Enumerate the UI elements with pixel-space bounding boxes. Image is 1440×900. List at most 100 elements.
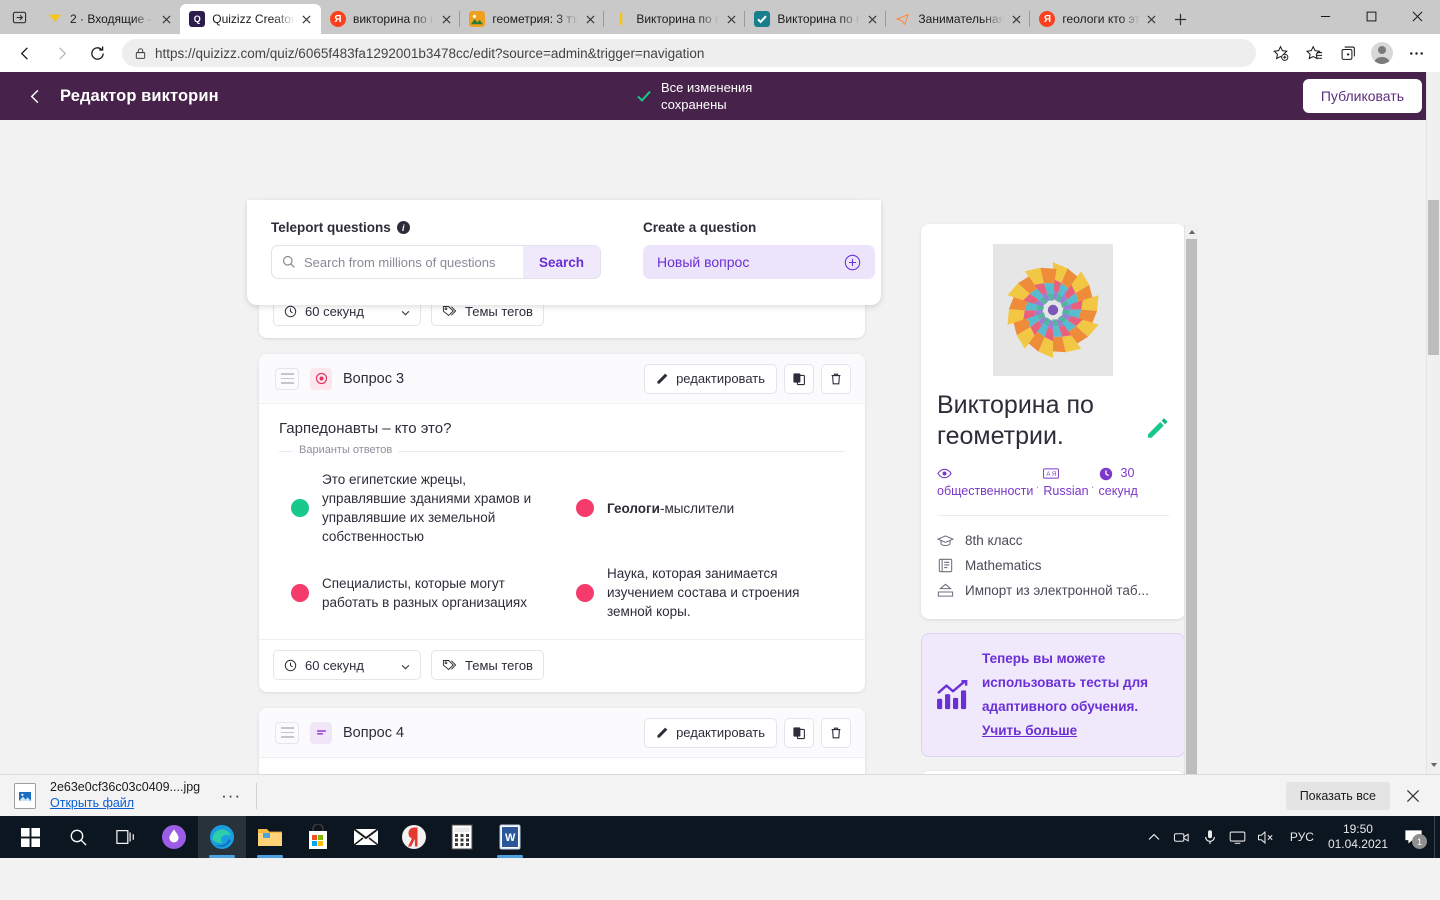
info-icon[interactable]: i xyxy=(396,221,410,234)
close-icon[interactable] xyxy=(864,11,880,27)
show-all-downloads-button[interactable]: Показать все xyxy=(1285,781,1390,810)
browser-tab-6[interactable]: Занимательная xyxy=(885,4,1030,34)
delete-question-button[interactable] xyxy=(821,717,851,748)
visibility-meta: общественности xyxy=(937,466,1043,499)
start-button[interactable] xyxy=(6,816,54,858)
profile-avatar[interactable] xyxy=(1366,38,1398,68)
answer-option[interactable]: Это египетские жрецы, управлявшие здания… xyxy=(291,470,550,546)
duplicate-question-button[interactable] xyxy=(784,717,814,748)
clock[interactable]: 19:50 01.04.2021 xyxy=(1324,822,1396,852)
close-icon[interactable] xyxy=(1144,11,1160,27)
search-button[interactable]: Search xyxy=(522,246,600,278)
copy-icon xyxy=(792,372,806,386)
chevron-up-icon[interactable] xyxy=(1140,816,1168,858)
edit-question-button[interactable]: редактировать xyxy=(644,717,777,748)
divider xyxy=(937,515,1169,516)
promo-text: Теперь вы можете использовать тесты для … xyxy=(982,651,1149,714)
taskbar-yandex[interactable] xyxy=(390,816,438,858)
taskbar-mail[interactable] xyxy=(342,816,390,858)
drag-handle-icon[interactable] xyxy=(275,367,299,390)
show-desktop-button[interactable] xyxy=(1434,816,1440,858)
pencil-icon[interactable] xyxy=(1145,416,1169,448)
answer-option[interactable]: Специалисты, которые могут работать в ра… xyxy=(291,564,550,621)
collections-icon[interactable] xyxy=(1332,38,1364,68)
close-icon[interactable] xyxy=(438,11,454,27)
edit-question-button[interactable]: редактировать xyxy=(644,363,777,394)
taskbar-edge[interactable] xyxy=(198,816,246,858)
camera-icon[interactable] xyxy=(1168,816,1196,858)
tab-actions-menu-icon[interactable] xyxy=(0,0,38,34)
browser-settings-icon[interactable] xyxy=(1400,38,1432,68)
browser-tab-7[interactable]: Я геологи кто эт xyxy=(1029,4,1166,34)
taskbar-store[interactable] xyxy=(294,816,342,858)
system-tray: РУС 19:50 01.04.2021 1 xyxy=(1140,816,1440,858)
address-bar[interactable]: https://quizizz.com/quiz/6065f483fa12920… xyxy=(122,39,1256,67)
grade-info[interactable]: 8th класс xyxy=(937,528,1169,553)
reload-button[interactable] xyxy=(80,38,114,68)
sidebar-scrollbar[interactable] xyxy=(1184,225,1198,816)
timer-dropdown[interactable]: 60 секунд xyxy=(273,650,421,680)
taskbar-word[interactable]: W xyxy=(486,816,534,858)
duplicate-question-button[interactable] xyxy=(784,363,814,394)
delete-question-button[interactable] xyxy=(821,363,851,394)
browser-tab-3[interactable]: геометрия: 3 тъ xyxy=(459,4,604,34)
pencil-icon xyxy=(656,372,669,385)
back-button[interactable] xyxy=(8,38,42,68)
microphone-icon[interactable] xyxy=(1196,816,1224,858)
sidebar-scroll-thumb[interactable] xyxy=(1186,239,1197,784)
minimize-button[interactable] xyxy=(1302,0,1348,32)
page-scrollbar[interactable] xyxy=(1426,72,1440,816)
add-favorite-icon[interactable] xyxy=(1264,38,1296,68)
browser-tab-strip: 2 · Входящие – Q Quizizz Creator Я викто… xyxy=(0,0,1440,34)
tag-topics-button[interactable]: Темы тегов xyxy=(431,650,544,680)
answer-option[interactable]: Геологи-мыслители xyxy=(576,470,835,546)
taskbar-calculator[interactable] xyxy=(438,816,486,858)
taskbar-search[interactable] xyxy=(54,816,102,858)
teleport-questions-panel: Teleport questions i Search Create a que… xyxy=(247,200,881,305)
close-icon[interactable] xyxy=(1398,781,1428,811)
browser-tab-0[interactable]: 2 · Входящие – xyxy=(38,4,180,34)
new-question-button[interactable]: Новый вопрос xyxy=(643,245,875,279)
page-scroll-thumb[interactable] xyxy=(1428,200,1439,355)
notification-icon[interactable]: 1 xyxy=(1396,816,1430,858)
browser-tab-1[interactable]: Q Quizizz Creator xyxy=(180,4,321,34)
question-number: Вопрос 4 xyxy=(343,724,405,741)
close-window-button[interactable] xyxy=(1394,0,1440,32)
subject-label: Mathematics xyxy=(965,558,1042,573)
taskbar-explorer[interactable] xyxy=(246,816,294,858)
close-icon[interactable] xyxy=(723,11,739,27)
new-tab-button[interactable] xyxy=(1166,4,1196,34)
favorites-icon[interactable] xyxy=(1298,38,1330,68)
chevron-left-icon[interactable] xyxy=(22,83,48,109)
close-icon[interactable] xyxy=(582,11,598,27)
close-icon[interactable] xyxy=(1008,11,1024,27)
ellipsis-icon[interactable]: ··· xyxy=(216,781,246,811)
browser-tab-5[interactable]: Викторина по г xyxy=(744,4,886,34)
close-icon[interactable] xyxy=(299,11,315,27)
volume-muted-icon[interactable] xyxy=(1252,816,1280,858)
duration-meta: 30 секунд xyxy=(1090,466,1148,499)
browser-tab-4[interactable]: Викторина по г xyxy=(603,4,745,34)
scroll-down-arrow-icon[interactable] xyxy=(1427,758,1440,772)
taskbar-cortana[interactable] xyxy=(150,816,198,858)
geometric-mandala-thumbnail[interactable] xyxy=(993,244,1113,376)
browser-tab-2[interactable]: Я викторина по г xyxy=(321,4,460,34)
search-input[interactable] xyxy=(296,254,523,270)
publish-button[interactable]: Публиковать xyxy=(1302,79,1422,113)
import-info[interactable]: Импорт из электронной таб... xyxy=(937,578,1169,603)
scroll-up-arrow-icon[interactable] xyxy=(1185,225,1199,239)
forward-button[interactable] xyxy=(44,38,78,68)
display-icon[interactable] xyxy=(1224,816,1252,858)
tab-title: Занимательная xyxy=(918,12,1005,26)
maximize-button[interactable] xyxy=(1348,0,1394,32)
learn-more-link[interactable]: Учить больше xyxy=(982,719,1170,743)
answer-option[interactable]: Наука, которая занимается изучением сост… xyxy=(576,564,835,621)
subject-info[interactable]: Mathematics xyxy=(937,553,1169,578)
open-file-link[interactable]: Открыть файл xyxy=(50,796,134,810)
close-icon[interactable] xyxy=(158,11,174,27)
drag-handle-icon[interactable] xyxy=(275,721,299,744)
task-view[interactable] xyxy=(102,816,150,858)
download-item[interactable]: 2e63e0cf36c03c0409....jpg Открыть файл xyxy=(50,780,200,812)
language-indicator[interactable]: РУС xyxy=(1280,830,1324,844)
create-question-column: Create a question Новый вопрос xyxy=(643,220,875,285)
